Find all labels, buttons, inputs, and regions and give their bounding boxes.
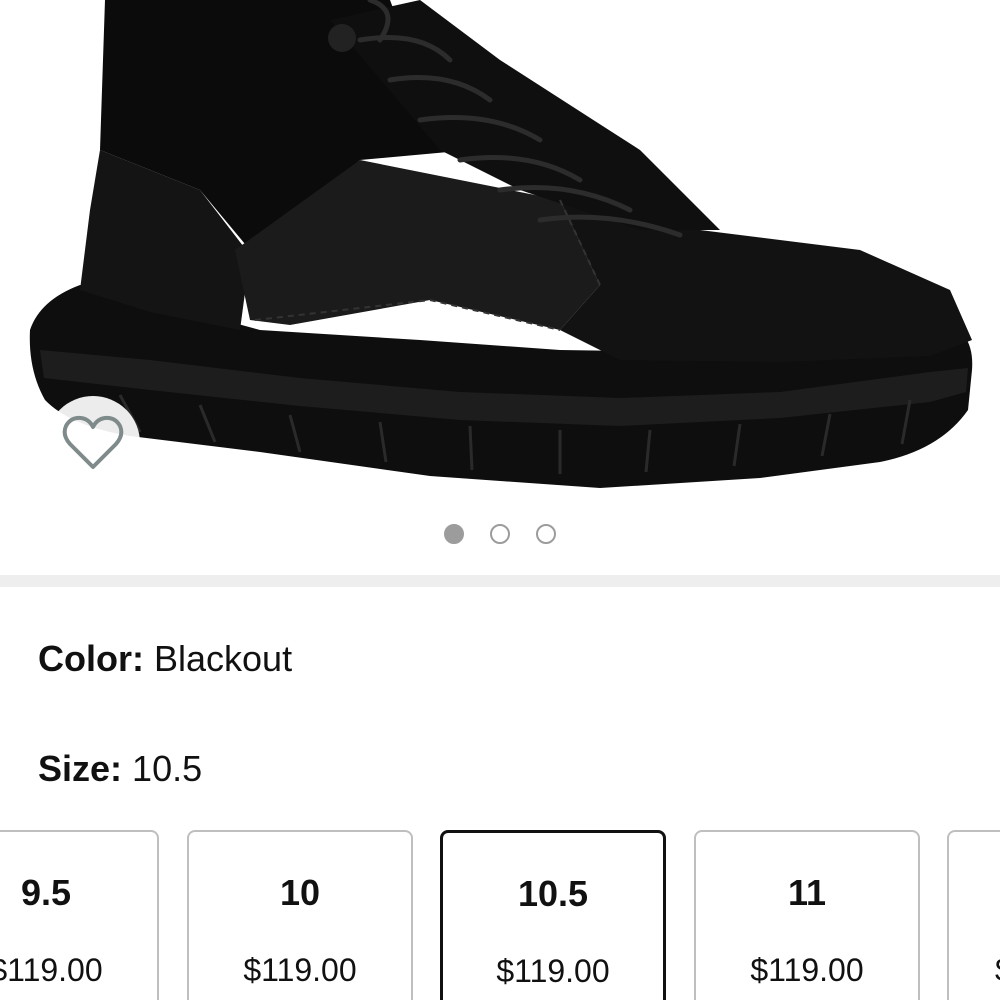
color-value: Blackout xyxy=(154,638,293,679)
size-option-price: $119.00 xyxy=(496,953,610,989)
size-option-11[interactable]: 11 $119.00 xyxy=(694,830,920,1000)
pagination-dot-2[interactable] xyxy=(490,524,510,544)
section-divider xyxy=(0,575,1000,587)
image-pagination xyxy=(0,524,1000,548)
heart-outline-icon xyxy=(62,415,124,469)
size-option-label: 10 xyxy=(279,872,321,913)
size-option-9-5[interactable]: 9.5 $119.00 xyxy=(0,830,159,1000)
color-selection: Color: Blackout xyxy=(38,638,292,680)
pagination-dot-1[interactable] xyxy=(444,524,464,544)
size-value: 10.5 xyxy=(132,748,203,789)
product-image[interactable] xyxy=(0,0,1000,500)
wishlist-button[interactable] xyxy=(46,396,140,490)
product-page: Color: Blackout Size: 10.5 9.5 $119.00 1… xyxy=(0,0,1000,1000)
color-label: Color: xyxy=(38,638,144,679)
size-option-10[interactable]: 10 $119.00 xyxy=(187,830,413,1000)
size-option-price: $119.00 xyxy=(243,952,357,988)
product-image-gallery[interactable] xyxy=(0,0,1000,575)
size-option-label: 11 xyxy=(787,872,827,913)
size-option-partial[interactable]: $ xyxy=(947,830,1000,1000)
size-option-price: $119.00 xyxy=(0,952,103,988)
size-option-price: $119.00 xyxy=(750,952,864,988)
size-option-label: 10.5 xyxy=(517,873,589,914)
size-option-label: 9.5 xyxy=(20,872,72,913)
size-option-price: $ xyxy=(949,952,1000,989)
size-label: Size: xyxy=(38,748,123,789)
size-selection: Size: 10.5 xyxy=(38,748,202,790)
size-options: 9.5 $119.00 10 $119.00 10.5 $119.00 11 $… xyxy=(0,830,1000,1000)
size-option-10-5[interactable]: 10.5 $119.00 xyxy=(440,830,666,1000)
pagination-dot-3[interactable] xyxy=(536,524,556,544)
